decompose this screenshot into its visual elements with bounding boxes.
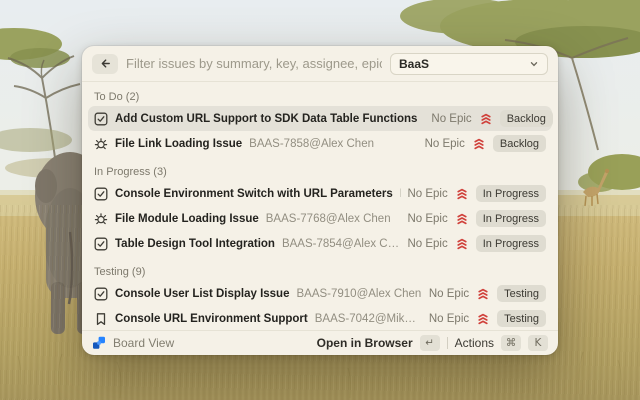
issue-title: Add Custom URL Support to SDK Data Table…: [115, 113, 417, 125]
highest-priority-icon: [455, 237, 469, 251]
task-icon: [94, 287, 108, 301]
issue-title: File Link Loading Issue: [115, 138, 242, 150]
issue-row[interactable]: Console User List Display Issue BAAS-791…: [88, 281, 552, 306]
status-badge: Testing: [497, 285, 546, 302]
open-in-browser-button[interactable]: Open in Browser: [317, 336, 413, 350]
task-icon: [94, 237, 108, 251]
issue-row[interactable]: Add Custom URL Support to SDK Data Table…: [88, 106, 552, 131]
k-key-badge: K: [528, 335, 548, 351]
chevron-down-icon: [529, 59, 539, 69]
highest-priority-icon: [476, 312, 490, 326]
status-badge: Backlog: [493, 135, 546, 152]
back-arrow-icon: [99, 57, 112, 70]
issue-key: BAAS-7854@Alex Chen: [282, 238, 401, 250]
issue-row[interactable]: Table Design Tool Integration BAAS-7854@…: [88, 231, 552, 256]
status-badge: In Progress: [476, 235, 546, 252]
footer-source: Board View: [92, 336, 174, 350]
cmd-key-badge: ⌘: [501, 335, 521, 351]
highest-priority-icon: [476, 287, 490, 301]
issue-key: BAAS-7910@Alex Chen: [296, 288, 421, 300]
actions-button[interactable]: Actions: [455, 336, 494, 350]
section-header-todo: To Do (2): [88, 85, 552, 106]
issue-list: To Do (2) Add Custom URL Support to SDK …: [82, 82, 558, 330]
issue-row[interactable]: Console Environment Switch with URL Para…: [88, 181, 552, 206]
bookmark-icon: [94, 312, 108, 326]
issue-key: BAAS-7609@Alex Chen: [400, 188, 401, 200]
project-dropdown[interactable]: BaaS: [390, 53, 548, 75]
issue-title: Console URL Environment Support: [115, 313, 308, 325]
status-badge: In Progress: [476, 210, 546, 227]
issue-epic: No Epic: [407, 238, 447, 250]
issue-title: File Module Loading Issue: [115, 213, 259, 225]
highest-priority-icon: [455, 212, 469, 226]
issue-key: BAAS-7768@Alex Chen: [266, 213, 391, 225]
highest-priority-icon: [472, 137, 486, 151]
issue-title: Console Environment Switch with URL Para…: [115, 188, 393, 200]
enter-key-badge: ↵: [420, 335, 440, 351]
issue-title: Console User List Display Issue: [115, 288, 289, 300]
issue-epic: No Epic: [407, 188, 447, 200]
issue-key: BAAS-7858@Alex Chen: [249, 138, 374, 150]
issue-key: BAAS-7042@Mike Liu: [315, 313, 422, 325]
bug-icon: [94, 137, 108, 151]
highest-priority-icon: [455, 187, 469, 201]
footer-divider: [447, 337, 448, 349]
issue-epic: No Epic: [429, 288, 469, 300]
task-icon: [94, 187, 108, 201]
section-header-testing: Testing (9): [88, 260, 552, 281]
issue-epic: No Epic: [431, 113, 471, 125]
issue-epic: No Epic: [429, 313, 469, 325]
highest-priority-icon: [479, 112, 493, 126]
issue-title: Table Design Tool Integration: [115, 238, 275, 250]
issue-row[interactable]: Console URL Environment Support BAAS-704…: [88, 306, 552, 330]
jira-logo-icon: [92, 336, 106, 350]
issue-epic: No Epic: [407, 213, 447, 225]
issue-row[interactable]: File Module Loading Issue BAAS-7768@Alex…: [88, 206, 552, 231]
bug-icon: [94, 212, 108, 226]
footer-source-label: Board View: [113, 336, 174, 350]
status-badge: In Progress: [476, 185, 546, 202]
issue-epic: No Epic: [425, 138, 465, 150]
status-badge: Testing: [497, 310, 546, 327]
palette-header: BaaS: [82, 46, 558, 82]
search-input[interactable]: [126, 56, 382, 71]
issue-row[interactable]: File Link Loading Issue BAAS-7858@Alex C…: [88, 131, 552, 156]
back-button[interactable]: [92, 54, 118, 74]
issue-filter-palette: BaaS To Do (2) Add Custom URL Support to…: [82, 46, 558, 355]
section-header-in-progress: In Progress (3): [88, 160, 552, 181]
project-dropdown-value: BaaS: [399, 57, 429, 71]
palette-footer: Board View Open in Browser ↵ Actions ⌘ K: [82, 330, 558, 355]
status-badge: Backlog: [500, 110, 553, 127]
task-icon: [94, 112, 108, 126]
